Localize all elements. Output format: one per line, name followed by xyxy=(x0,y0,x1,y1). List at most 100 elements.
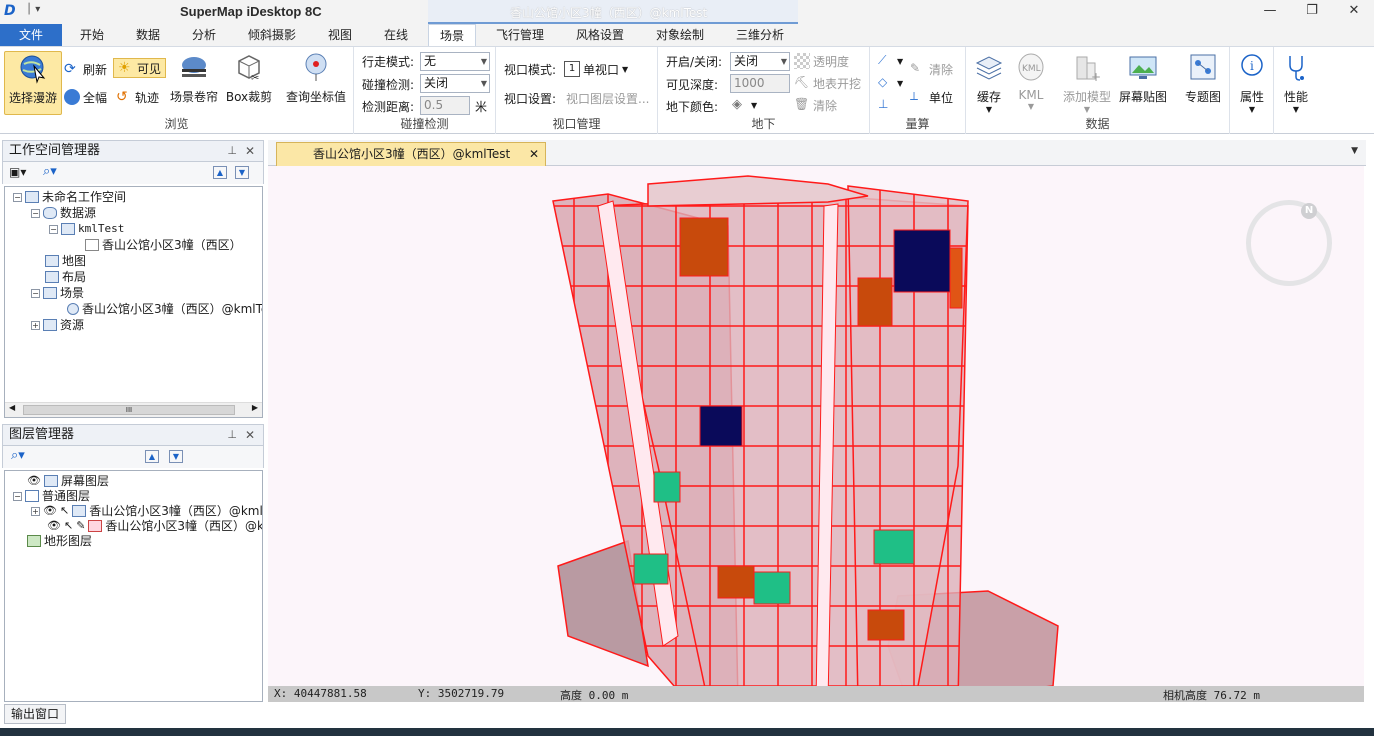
cursor-icon[interactable]: ↖ xyxy=(60,503,69,519)
screen-image-label: 屏幕贴图 xyxy=(1118,90,1167,104)
tree-node-scene-item[interactable]: 香山公馆小区3幢（西区）@kmlTe xyxy=(67,301,262,317)
walk-mode-select[interactable]: 无 ▼ xyxy=(420,52,490,71)
collision-select[interactable]: 关闭 ▼ xyxy=(420,74,490,93)
search-icon[interactable]: ⌕▾ xyxy=(11,448,25,463)
restore-icon[interactable]: ❐ xyxy=(1302,2,1322,20)
measure-area-button[interactable]: ◇ ▼ xyxy=(878,73,903,93)
tree-node-scenes[interactable]: − 场景 xyxy=(31,285,84,301)
tree-node-maps[interactable]: 地图 xyxy=(45,253,86,269)
close-icon[interactable]: ✕ xyxy=(245,141,255,161)
cell-orange xyxy=(867,609,905,641)
tab-start[interactable]: 开始 xyxy=(70,24,114,46)
track-button[interactable]: ↺ 轨迹 xyxy=(116,87,159,107)
tree-node-terrain-layers[interactable]: 地形图层 xyxy=(27,533,92,549)
tree-node-datasources[interactable]: − 数据源 xyxy=(31,205,96,221)
tree-node-screen-layers[interactable]: 👁 屏幕图层 xyxy=(27,473,109,489)
output-window-tab[interactable]: 输出窗口 xyxy=(4,704,66,724)
horizontal-scrollbar[interactable]: ◀ III ▶ xyxy=(5,402,262,417)
collapse-icon[interactable]: − xyxy=(49,224,58,234)
refresh-button[interactable]: ⟳ 刷新 xyxy=(64,59,107,79)
tree-node-kmltest[interactable]: − kmlTest xyxy=(49,221,124,237)
tree-node-layer1[interactable]: + 👁 ↖ 香山公馆小区3幢（西区）@kml xyxy=(31,503,262,519)
collision-value: 关闭 xyxy=(424,76,449,90)
visible-button[interactable]: ☀ 可见 xyxy=(113,58,167,78)
pencil-icon[interactable]: ✎ xyxy=(76,518,85,534)
tab-online[interactable]: 在线 xyxy=(374,24,418,46)
scrollbar-thumb[interactable]: III xyxy=(23,405,235,415)
tree-node-normal-layers[interactable]: − 普通图层 xyxy=(13,488,90,504)
performance-button[interactable]: 性能 ▼ xyxy=(1280,51,1312,114)
collapse-icon[interactable]: − xyxy=(31,288,40,298)
close-tab-icon[interactable]: ✕ xyxy=(529,143,539,165)
tab-scene[interactable]: 场景 xyxy=(428,24,476,46)
add-model-button[interactable]: + 添加模型 ▼ xyxy=(1060,51,1114,114)
search-icon[interactable]: ⌕▾ xyxy=(43,164,57,179)
viewport-mode-select[interactable]: 1 单视口 ▼ xyxy=(564,59,628,79)
tab-file[interactable]: 文件 xyxy=(0,24,62,46)
underground-clear-button[interactable]: 🗑 清除 xyxy=(794,95,837,115)
move-up-icon[interactable]: ▲ xyxy=(145,450,159,463)
collapse-icon[interactable]: − xyxy=(13,192,22,202)
kml-button[interactable]: KML KML ▼ xyxy=(1012,51,1050,111)
viewport-layer-settings[interactable]: 视口图层设置... xyxy=(566,90,649,107)
tree-node-workspace[interactable]: − 未命名工作空间 xyxy=(13,189,126,205)
navigation-compass[interactable]: N xyxy=(1246,200,1332,286)
measure-distance-button[interactable]: ⟋ ▼ xyxy=(878,51,903,71)
distance-input[interactable]: 0.5 xyxy=(420,96,470,115)
close-icon[interactable]: ✕ xyxy=(1344,2,1364,20)
move-down-icon[interactable]: ▼ xyxy=(235,166,249,179)
tab-3d-analysis[interactable]: 三维分析 xyxy=(728,24,792,46)
tab-flight[interactable]: 飞行管理 xyxy=(488,24,552,46)
tree-node-layouts[interactable]: 布局 xyxy=(45,269,86,285)
pin-icon[interactable]: ⊥ xyxy=(227,141,237,161)
thematic-map-button[interactable]: 专题图 xyxy=(1180,51,1226,105)
tree-node-dataset[interactable]: 香山公馆小区3幢（西区） xyxy=(85,237,242,253)
tab-draw-objects[interactable]: 对象绘制 xyxy=(648,24,712,46)
tree-node-resources[interactable]: + 资源 xyxy=(31,317,84,333)
move-down-icon[interactable]: ▼ xyxy=(169,450,183,463)
scene-curtain-button[interactable]: 场景卷帘 xyxy=(168,51,220,105)
quick-access-dropdown-icon[interactable]: │ ▾ xyxy=(26,4,40,15)
eye-icon[interactable]: 👁 xyxy=(43,503,57,519)
pin-icon[interactable]: ⊥ xyxy=(227,425,237,445)
measure-unit-button[interactable]: ⟂ 单位 xyxy=(910,87,953,107)
expand-icon[interactable]: + xyxy=(31,320,40,330)
tab-view[interactable]: 视图 xyxy=(318,24,362,46)
tree-node-layer2[interactable]: 👁 ↖ ✎ 香山公馆小区3幢（西区）@k xyxy=(47,518,262,534)
underground-color-picker[interactable]: ◈ ▼ xyxy=(732,95,757,115)
box-scissors-icon: ✂ xyxy=(238,55,260,84)
box-clip-button[interactable]: ✂ Box裁剪 xyxy=(224,51,274,105)
expand-icon[interactable]: + xyxy=(31,506,40,516)
cache-button[interactable]: 缓存 ▼ xyxy=(970,51,1008,114)
scroll-right-icon[interactable]: ▶ xyxy=(252,403,258,412)
scene-viewport[interactable]: N xyxy=(268,166,1364,702)
minimize-icon[interactable]: — xyxy=(1260,2,1280,20)
screen-image-button[interactable]: 屏幕贴图 xyxy=(1116,51,1170,105)
tab-oblique-photo[interactable]: 倾斜摄影 xyxy=(240,24,304,46)
open-workspace-icon[interactable]: ▣▾ xyxy=(9,165,26,179)
close-icon[interactable]: ✕ xyxy=(245,425,255,445)
select-roam-button[interactable]: 选择漫游 xyxy=(4,51,62,115)
underground-toggle-select[interactable]: 关闭 ▼ xyxy=(730,52,790,71)
query-coords-button[interactable]: 查询坐标值 xyxy=(284,51,348,105)
scene-document-tab[interactable]: 香山公馆小区3幢（西区）@kmlTest ✕ xyxy=(276,142,546,166)
measure-clear-button[interactable]: ✎ 清除 xyxy=(910,59,953,79)
query-coords-label: 查询坐标值 xyxy=(285,90,346,104)
transparency-button[interactable]: 透明度 xyxy=(794,51,849,71)
attribute-button[interactable]: i 属性 ▼ xyxy=(1236,51,1268,114)
surface-excavate-button[interactable]: ⛏ 地表开挖 xyxy=(794,73,861,93)
tab-data[interactable]: 数据 xyxy=(126,24,170,46)
collapse-icon[interactable]: − xyxy=(31,208,40,218)
tab-list-dropdown-icon[interactable]: ▼ xyxy=(1351,146,1358,156)
collapse-icon[interactable]: − xyxy=(13,491,22,501)
measure-height-button[interactable]: ⊥ xyxy=(878,95,894,115)
scroll-left-icon[interactable]: ◀ xyxy=(9,403,15,412)
tab-analysis[interactable]: 分析 xyxy=(182,24,226,46)
eye-icon[interactable]: 👁 xyxy=(27,473,41,489)
full-extent-button[interactable]: 全幅 xyxy=(64,87,107,107)
tab-style[interactable]: 风格设置 xyxy=(568,24,632,46)
cursor-icon[interactable]: ↖ xyxy=(64,518,73,534)
eye-icon[interactable]: 👁 xyxy=(47,518,61,534)
move-up-icon[interactable]: ▲ xyxy=(213,166,227,179)
visible-depth-input[interactable]: 1000 xyxy=(730,74,790,93)
